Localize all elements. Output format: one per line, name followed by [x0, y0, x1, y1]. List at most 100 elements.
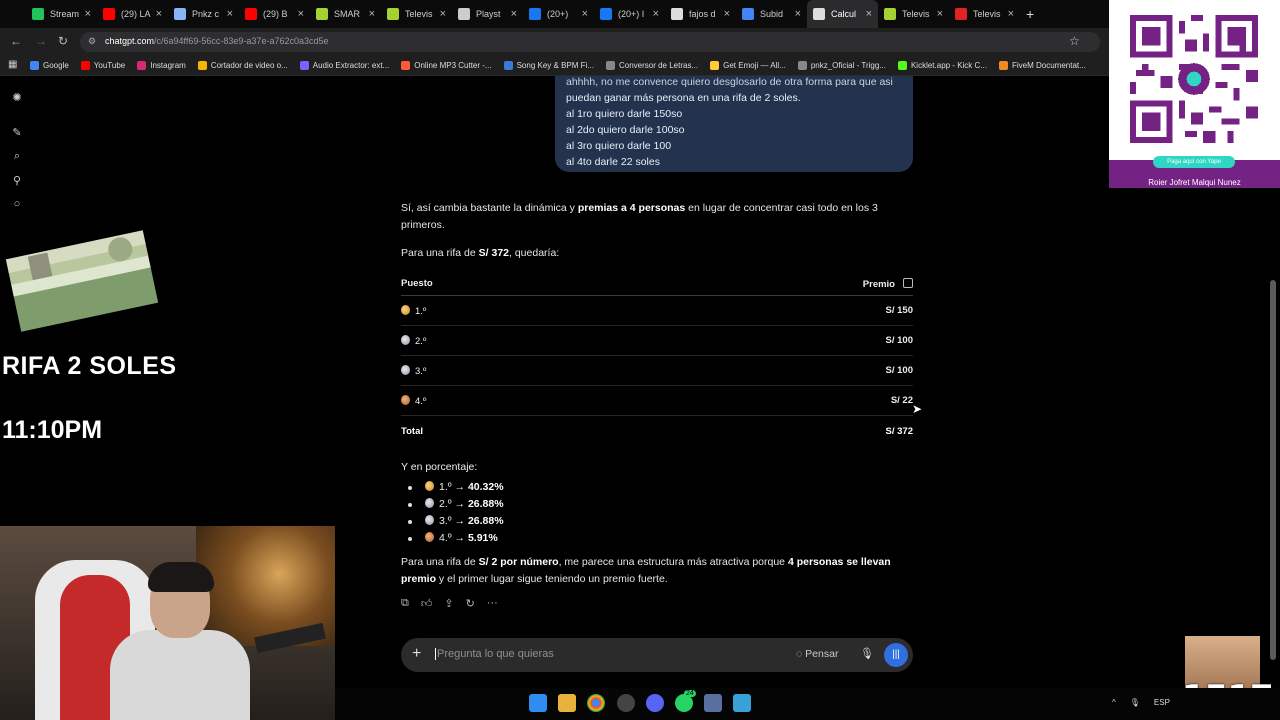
browser-tab[interactable]: (29) B × — [239, 0, 310, 28]
site-info-icon[interactable]: ⚙ — [88, 36, 96, 47]
plus-icon[interactable]: + — [412, 645, 421, 663]
bookmark-item[interactable]: Online MP3 Cutter -... — [401, 61, 492, 70]
microphone-icon[interactable]: 🎙︎ — [1130, 698, 1140, 707]
user-message-line: puedan ganar más persona en una rifa de … — [566, 92, 801, 104]
tab-label: (29) B — [263, 9, 288, 19]
bookmark-item[interactable]: Kicklet.app - Kick C... — [897, 61, 987, 70]
column-place: Puesto — [401, 278, 433, 289]
think-button[interactable]: ◌ Pensar — [796, 648, 838, 660]
bookmark-item[interactable]: Audio Extractor: ext... — [299, 61, 389, 70]
url-host: chatgpt.com — [105, 36, 155, 46]
back-icon[interactable]: ← — [10, 34, 22, 48]
bookmark-favicon-icon — [605, 61, 615, 70]
tab-label: (20+) I — [618, 9, 645, 19]
close-icon[interactable]: × — [511, 8, 517, 20]
calculator-icon[interactable] — [704, 694, 722, 712]
bookmark-star-icon[interactable]: ☆ — [1069, 34, 1080, 48]
pin-icon[interactable]: ⚲ — [10, 174, 24, 188]
bookmark-item[interactable]: Instagram — [137, 61, 186, 70]
browser-tab[interactable]: Televis × — [949, 0, 1020, 28]
reload-icon[interactable]: ↻ — [58, 34, 68, 48]
close-icon[interactable]: × — [866, 8, 872, 20]
notepad-icon[interactable] — [733, 694, 751, 712]
url-text[interactable]: chatgpt.com/c/6a94ff69-56cc-83e9-a37e-a7… — [105, 36, 329, 46]
share-icon[interactable]: ⇪ — [444, 597, 453, 610]
close-icon[interactable]: × — [724, 8, 730, 20]
browser-tab[interactable]: Subid × — [736, 0, 807, 28]
yape-pay-button: Paga aquí con Yape — [1153, 156, 1235, 168]
browser-tab[interactable]: SMAR × — [310, 0, 381, 28]
new-tab-icon[interactable]: + — [1026, 6, 1034, 22]
language-indicator[interactable]: ESP — [1154, 698, 1170, 707]
copy-icon[interactable]: ⧉ — [401, 597, 409, 610]
search-icon[interactable]: ⌕ — [10, 150, 24, 164]
more-icon[interactable]: ··· — [487, 597, 498, 610]
chat-bubble-icon[interactable]: ○ — [10, 198, 24, 212]
start-icon[interactable] — [529, 694, 547, 712]
tab-favicon-icon — [245, 8, 257, 20]
bookmark-favicon-icon — [897, 61, 907, 70]
soundwave-icon: ||| — [892, 649, 900, 660]
total-label: Total — [401, 425, 423, 437]
app-icon[interactable] — [617, 694, 635, 712]
thumbs-icon[interactable]: 👍︎ — [421, 597, 433, 610]
prize-table: Puesto Premio 1.º S/ 150 2.º S/ 100 3.º S/ … — [401, 272, 913, 446]
tab-label: Pnkz c — [192, 9, 220, 19]
discord-icon[interactable] — [646, 694, 664, 712]
new-chat-icon[interactable]: ✎ — [10, 126, 24, 140]
tab-favicon-icon — [529, 8, 541, 20]
prompt-input[interactable]: Pregunta lo que quieras — [435, 648, 554, 660]
close-icon[interactable]: × — [937, 8, 943, 20]
browser-tab[interactable]: Stream × — [26, 0, 97, 28]
answer-paragraph-3: Para una rifa de S/ 2 por número, me par… — [401, 554, 913, 588]
tab-favicon-icon — [316, 8, 328, 20]
bookmark-item[interactable]: Cortador de video o... — [197, 61, 288, 70]
close-icon[interactable]: × — [156, 8, 162, 20]
list-item: 4.º → 5.91% — [401, 530, 913, 547]
close-icon[interactable]: × — [85, 8, 91, 20]
chrome-icon[interactable] — [587, 694, 605, 712]
chevron-up-icon[interactable]: ^ — [1112, 698, 1116, 707]
microphone-icon[interactable]: 🎙︎ — [860, 647, 874, 660]
bookmark-item[interactable]: Conversor de Letras... — [605, 61, 698, 70]
close-icon[interactable]: × — [795, 8, 801, 20]
browser-tab[interactable]: (20+) I × — [594, 0, 665, 28]
percent-value: 5.91% — [467, 532, 498, 544]
copy-table-icon[interactable] — [903, 277, 913, 288]
medal-icon — [401, 304, 410, 315]
money-stack-image — [5, 230, 159, 332]
forward-icon[interactable]: → — [35, 34, 47, 48]
close-icon[interactable]: × — [582, 8, 588, 20]
apps-grid-icon[interactable]: ▦ — [8, 59, 17, 70]
mouse-cursor-icon: ➤ — [912, 402, 923, 416]
bookmark-item[interactable]: Google — [30, 61, 69, 70]
browser-tab[interactable]: Playst × — [452, 0, 523, 28]
tab-label: Televis — [973, 9, 1001, 19]
browser-tab[interactable]: Televis × — [878, 0, 949, 28]
bookmark-item[interactable]: pnkz_Oficial - Trigg... — [797, 61, 886, 70]
close-icon[interactable]: × — [227, 8, 233, 20]
close-icon[interactable]: × — [369, 8, 375, 20]
browser-tab[interactable]: (20+) × — [523, 0, 594, 28]
browser-tab[interactable]: Calcul × — [807, 0, 878, 28]
bookmark-item[interactable]: Song Key & BPM Fi... — [503, 61, 594, 70]
place-label: 1.º → — [439, 481, 466, 493]
browser-tab[interactable]: fajos d × — [665, 0, 736, 28]
close-icon[interactable]: × — [1008, 8, 1014, 20]
regenerate-icon[interactable]: ↻ — [466, 597, 475, 610]
bookmark-item[interactable]: FiveM Documentat... — [998, 61, 1086, 70]
bold-text: S/ 372 — [478, 247, 509, 259]
browser-tab[interactable]: Pnkz c × — [168, 0, 239, 28]
close-icon[interactable]: × — [298, 8, 304, 20]
medal-icon — [401, 334, 410, 345]
browser-tab[interactable]: Televis × — [381, 0, 452, 28]
scrollbar[interactable] — [1270, 280, 1276, 660]
openai-logo-icon[interactable]: ✺ — [10, 91, 24, 105]
browser-tab[interactable]: (29) LA × — [97, 0, 168, 28]
close-icon[interactable]: × — [653, 8, 659, 20]
file-explorer-icon[interactable] — [558, 694, 576, 712]
bookmark-item[interactable]: YouTube — [80, 61, 125, 70]
bookmark-item[interactable]: Get Emoji — All... — [710, 61, 786, 70]
voice-mode-button[interactable]: ||| — [884, 643, 908, 667]
close-icon[interactable]: × — [440, 8, 446, 20]
